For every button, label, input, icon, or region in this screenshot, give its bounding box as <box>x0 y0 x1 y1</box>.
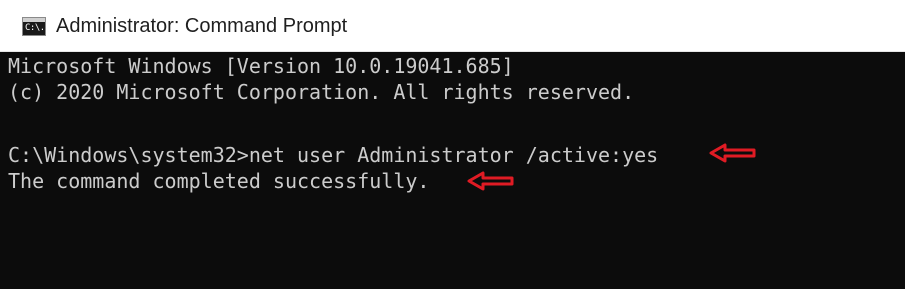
console-line-result: The command completed successfully. <box>8 169 430 193</box>
window-title: Administrator: Command Prompt <box>56 15 348 37</box>
left-arrow-icon <box>709 143 756 163</box>
command-prompt-window: C:\. Administrator: Command Prompt Micro… <box>0 0 905 289</box>
console-line-version: Microsoft Windows [Version 10.0.19041.68… <box>8 54 514 78</box>
left-arrow-icon <box>467 171 514 191</box>
cmd-icon-titlebar <box>23 18 45 22</box>
console-output[interactable]: Microsoft Windows [Version 10.0.19041.68… <box>0 52 905 289</box>
console-line-copyright: (c) 2020 Microsoft Corporation. All righ… <box>8 80 635 104</box>
title-bar[interactable]: C:\. Administrator: Command Prompt <box>0 0 905 52</box>
cmd-icon-glyph: C:\. <box>25 23 45 33</box>
console-line-command: C:\Windows\system32>net user Administrat… <box>8 143 659 167</box>
cmd-app-icon[interactable]: C:\. <box>22 17 46 36</box>
